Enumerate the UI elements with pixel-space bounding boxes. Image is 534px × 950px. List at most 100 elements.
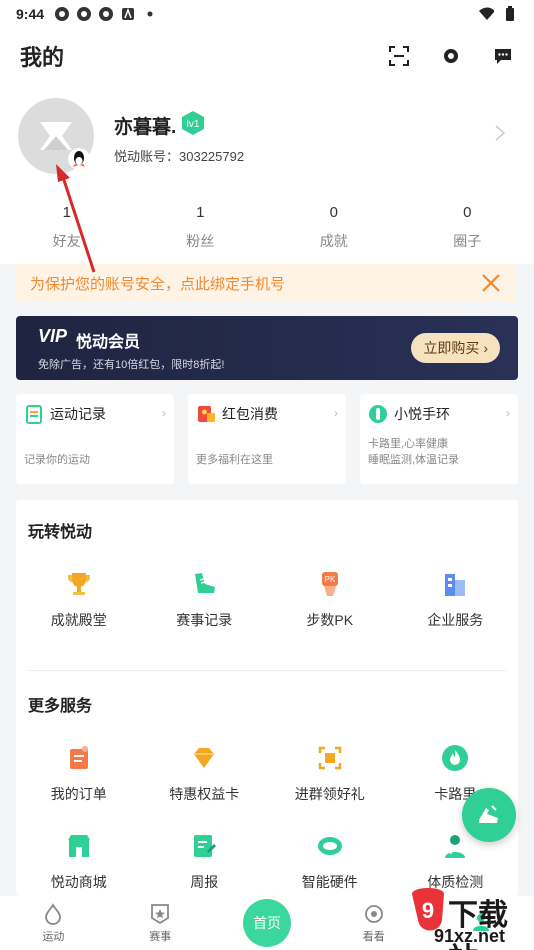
scan-icon[interactable] xyxy=(388,45,410,67)
pk-icon: PK xyxy=(314,568,346,600)
qq-icon xyxy=(68,148,90,170)
grid-label: 智能硬件 xyxy=(301,874,358,890)
group-gift-icon xyxy=(314,742,346,774)
card-subtitle: 卡路里,心率健康 睡眠监测,体温记录 xyxy=(368,438,460,466)
stat-friends[interactable]: 1 好友 xyxy=(0,204,134,251)
status-bar: 9:44 xyxy=(0,0,534,28)
grid-item-achievement-hall[interactable]: 成就殿堂 xyxy=(16,568,142,630)
section-title-more: 更多服务 xyxy=(28,698,93,715)
stat-num: 1 xyxy=(196,204,205,221)
grid-label: 悦动商城 xyxy=(50,874,107,890)
chevron-right-icon: › xyxy=(162,406,166,420)
stat-label: 粉丝 xyxy=(186,233,215,249)
level-text: lv1 xyxy=(187,119,200,130)
tab-sport[interactable]: 运动 xyxy=(0,902,107,944)
vip-title: 悦动会员 xyxy=(76,334,141,351)
bind-phone-link[interactable]: 点此绑定手机号 xyxy=(180,273,285,294)
grid-item-my-orders[interactable]: 我的订单 xyxy=(16,742,142,804)
drop-icon xyxy=(41,902,65,926)
building-icon xyxy=(439,568,471,600)
page-title: 我的 xyxy=(20,45,65,70)
pk-icon-text: PK xyxy=(324,575,335,584)
card-red-packet[interactable]: 红包消费 › 更多福利在这里 xyxy=(188,394,346,484)
card-band[interactable]: 小悦手环 › 卡路里,心率健康 睡眠监测,体温记录 xyxy=(360,394,518,484)
grid-label: 特惠权益卡 xyxy=(169,786,240,802)
profile-section[interactable]: 亦暮暮. lv1 悦动账号：303225792 1 好友 1 粉丝 0 成就 0 圈子 xyxy=(0,84,534,264)
card-subtitle: 更多福利在这里 xyxy=(196,454,273,466)
wifi-icon xyxy=(478,6,494,22)
play-grid: 成就殿堂 赛事记录 PK 步数PK 企业服务 xyxy=(16,568,518,630)
stat-label: 好友 xyxy=(52,233,81,249)
grid-item-group-gift[interactable]: 进群领好礼 xyxy=(267,742,393,804)
diamond-icon xyxy=(188,742,220,774)
red-packet-icon xyxy=(196,404,216,424)
stat-fans[interactable]: 1 粉丝 xyxy=(134,204,268,251)
tab-race[interactable]: 赛事 xyxy=(107,902,214,944)
grid-label: 我的订单 xyxy=(50,786,107,802)
hardware-icon xyxy=(314,830,346,862)
stat-num: 0 xyxy=(329,204,338,221)
more-grid-row1: 我的订单 特惠权益卡 进群领好礼 卡路里 xyxy=(16,742,518,804)
grid-item-enterprise[interactable]: 企业服务 xyxy=(393,568,519,630)
bind-phone-banner[interactable]: 为保护您的账号安全， 点此绑定手机号 xyxy=(16,264,516,302)
account-id: 悦动账号：303225792 xyxy=(114,149,245,164)
section-title-play: 玩转悦动 xyxy=(28,524,93,541)
grid-label: 步数PK xyxy=(306,612,354,628)
chevron-right-icon[interactable] xyxy=(494,124,506,142)
grid-item-shop[interactable]: 悦动商城 xyxy=(16,830,142,892)
grid-item-weekly-report[interactable]: 周报 xyxy=(142,830,268,892)
eye-icon xyxy=(362,902,386,926)
shoe-icon xyxy=(479,805,498,823)
flame-icon xyxy=(439,742,471,774)
svg-text:9: 9 xyxy=(422,898,434,923)
chevron-right-icon: › xyxy=(506,406,510,420)
grid-label: 成就殿堂 xyxy=(50,612,107,628)
grid-label: 赛事记录 xyxy=(176,612,233,628)
grid-item-smart-hardware[interactable]: 智能硬件 xyxy=(267,830,393,892)
floating-shoe-button[interactable] xyxy=(462,788,516,842)
home-button[interactable]: 首页 xyxy=(242,899,291,947)
tab-label: 运动 xyxy=(42,931,65,943)
stat-num: 0 xyxy=(463,204,472,221)
status-notification-icons xyxy=(54,6,158,22)
level-badge: lv1 xyxy=(180,110,206,136)
sport-record-icon xyxy=(24,404,44,424)
grid-label: 进群领好礼 xyxy=(294,786,365,802)
notification-a-icon xyxy=(120,6,136,22)
tab-home[interactable]: 首页 xyxy=(214,899,321,947)
notification-app-icon xyxy=(76,6,92,22)
notification-app-icon xyxy=(98,6,114,22)
stat-num: 1 xyxy=(62,204,71,221)
notification-app-icon xyxy=(54,6,70,22)
tab-label: 赛事 xyxy=(149,931,172,943)
stat-achievements[interactable]: 0 成就 xyxy=(267,204,401,251)
tab-label: 看看 xyxy=(362,931,385,943)
band-icon xyxy=(368,404,388,424)
stat-circles[interactable]: 0 圈子 xyxy=(401,204,534,251)
card-sport-record[interactable]: 运动记录 › 记录你的运动 xyxy=(16,394,174,484)
watermark-url: 91xz.net xyxy=(434,926,506,946)
card-subtitle: 记录你的运动 xyxy=(24,454,90,466)
grid-item-discount-card[interactable]: 特惠权益卡 xyxy=(142,742,268,804)
buy-now-button[interactable]: 立即购买 › xyxy=(411,333,500,363)
card-title: 小悦手环 xyxy=(394,406,450,422)
status-time: 9:44 xyxy=(16,6,45,22)
shoe-icon xyxy=(188,568,220,600)
grid-item-race-record[interactable]: 赛事记录 xyxy=(142,568,268,630)
card-title: 红包消费 xyxy=(222,406,278,422)
stats-row: 1 好友 1 粉丝 0 成就 0 圈子 xyxy=(0,204,534,251)
card-title: 运动记录 xyxy=(50,406,106,422)
medal-icon xyxy=(148,902,172,926)
grid-label: 周报 xyxy=(190,874,219,890)
gear-icon[interactable] xyxy=(440,45,462,67)
grid-label: 企业服务 xyxy=(427,612,484,628)
stat-label: 圈子 xyxy=(453,233,482,249)
vip-logo: VIP xyxy=(38,326,68,346)
trophy-icon xyxy=(63,568,95,600)
close-icon[interactable] xyxy=(480,272,502,294)
chevron-right-icon: › xyxy=(334,406,338,420)
battery-icon xyxy=(502,6,518,22)
vip-banner[interactable]: VIP 悦动会员 免除广告，还有10倍红包，限时8折起! 立即购买 › xyxy=(16,316,518,380)
grid-item-step-pk[interactable]: PK 步数PK xyxy=(267,568,393,630)
message-icon[interactable] xyxy=(492,45,514,67)
